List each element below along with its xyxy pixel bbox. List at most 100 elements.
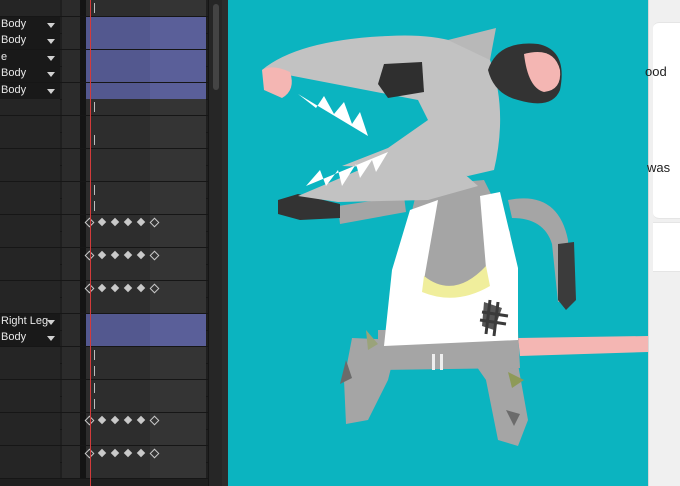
keyframe-icon[interactable] xyxy=(136,448,146,457)
switch-column[interactable] xyxy=(62,82,80,99)
keyframe-track[interactable] xyxy=(86,429,206,445)
timeline-panel[interactable]: Body Body e Body Body Right Leg Body xyxy=(0,0,208,486)
layer-name-cell[interactable] xyxy=(0,396,60,412)
keyframe-track[interactable] xyxy=(86,462,206,478)
keyframe-track[interactable] xyxy=(86,198,206,214)
layer-name-cell[interactable] xyxy=(0,198,60,214)
keyframe-icon[interactable] xyxy=(123,250,133,259)
layer-name-cell[interactable] xyxy=(0,99,60,115)
keyframe-track[interactable] xyxy=(86,297,206,313)
property-row[interactable] xyxy=(0,412,208,430)
layer-name-cell[interactable]: Right Leg xyxy=(0,313,60,330)
property-row[interactable] xyxy=(0,231,208,248)
layer-duration-bar[interactable] xyxy=(86,66,206,82)
switch-column[interactable] xyxy=(62,297,80,313)
keyframe-track[interactable] xyxy=(84,280,206,297)
keyframe-icon[interactable] xyxy=(110,415,120,424)
layer-name-cell[interactable] xyxy=(0,264,60,280)
property-row[interactable] xyxy=(0,181,208,199)
keyframe-icon[interactable] xyxy=(123,448,133,457)
dropdown-arrow-icon[interactable] xyxy=(47,22,55,28)
layer-name-cell[interactable] xyxy=(0,148,60,165)
keyframe-track[interactable] xyxy=(86,115,206,132)
layer-name-cell[interactable] xyxy=(0,115,60,132)
layer-duration-bar[interactable] xyxy=(86,82,206,99)
layer-duration-bar[interactable] xyxy=(86,33,206,49)
switch-column[interactable] xyxy=(62,346,80,363)
layer-name-cell[interactable] xyxy=(0,445,60,462)
property-row[interactable] xyxy=(0,132,208,149)
layer-row[interactable]: Body xyxy=(0,16,208,34)
layer-duration-bar[interactable] xyxy=(86,16,206,33)
property-row[interactable] xyxy=(0,363,208,380)
keyframe-icon[interactable] xyxy=(123,217,133,226)
keyframe-icon[interactable] xyxy=(97,217,107,226)
layer-name-cell[interactable] xyxy=(0,462,60,478)
playhead[interactable] xyxy=(90,0,91,486)
keyframe-track[interactable] xyxy=(84,214,206,231)
layer-name-cell[interactable]: Body xyxy=(0,330,60,346)
keyframe-icon[interactable] xyxy=(136,415,146,424)
keyframe-icon[interactable] xyxy=(123,283,133,292)
switch-column[interactable] xyxy=(62,462,80,478)
layer-name-cell[interactable] xyxy=(0,346,60,363)
expression-marker-icon[interactable] xyxy=(94,349,95,360)
timeline-scrollbar[interactable] xyxy=(208,0,223,486)
property-row[interactable] xyxy=(0,396,208,413)
keyframe-icon[interactable] xyxy=(136,250,146,259)
layer-name-cell[interactable] xyxy=(0,280,60,297)
expression-marker-icon[interactable] xyxy=(94,201,95,211)
layer-name-cell[interactable]: Body xyxy=(0,33,60,49)
keyframe-icon[interactable] xyxy=(123,415,133,424)
switch-column[interactable] xyxy=(62,0,80,16)
dropdown-arrow-icon[interactable] xyxy=(47,72,55,77)
property-row[interactable] xyxy=(0,445,208,463)
layer-name-cell[interactable] xyxy=(0,429,60,445)
layer-name-cell[interactable] xyxy=(0,379,60,396)
layer-name-cell[interactable]: Body xyxy=(0,82,60,99)
switch-column[interactable] xyxy=(62,330,80,346)
layer-duration-bar[interactable] xyxy=(86,313,206,330)
keyframe-icon[interactable] xyxy=(136,217,146,226)
layer-name-cell[interactable] xyxy=(0,412,60,429)
keyframe-track[interactable] xyxy=(86,99,206,115)
keyframe-track[interactable] xyxy=(84,412,206,429)
keyframe-icon[interactable] xyxy=(97,250,107,259)
layer-row[interactable]: Right Leg xyxy=(0,313,208,331)
property-row[interactable] xyxy=(0,99,208,116)
expression-marker-icon[interactable] xyxy=(94,135,95,145)
expression-marker-icon[interactable] xyxy=(94,366,95,376)
keyframe-icon[interactable] xyxy=(97,283,107,292)
keyframe-track[interactable] xyxy=(86,264,206,280)
switch-column[interactable] xyxy=(62,231,80,247)
expression-marker-icon[interactable] xyxy=(94,184,95,195)
keyframe-track[interactable] xyxy=(86,181,206,198)
expression-marker-icon[interactable] xyxy=(94,3,95,13)
layer-row[interactable]: e xyxy=(0,49,208,67)
switch-column[interactable] xyxy=(62,247,80,264)
keyframe-icon[interactable] xyxy=(97,448,107,457)
animation-stage[interactable] xyxy=(228,0,648,486)
switch-column[interactable] xyxy=(62,115,80,132)
layer-name-cell[interactable] xyxy=(0,132,60,148)
expression-marker-icon[interactable] xyxy=(94,382,95,393)
expression-marker-icon[interactable] xyxy=(94,102,95,112)
property-row[interactable] xyxy=(0,214,208,232)
switch-column[interactable] xyxy=(62,264,80,280)
switch-column[interactable] xyxy=(62,214,80,231)
property-row[interactable] xyxy=(0,346,208,364)
switch-column[interactable] xyxy=(62,181,80,198)
property-row[interactable] xyxy=(0,0,208,17)
dropdown-arrow-icon[interactable] xyxy=(47,39,55,44)
keyframe-icon[interactable] xyxy=(110,250,120,259)
keyframe-track[interactable] xyxy=(86,165,206,181)
layer-name-cell[interactable] xyxy=(0,231,60,247)
switch-column[interactable] xyxy=(62,198,80,214)
property-row[interactable] xyxy=(0,280,208,298)
scroll-thumb[interactable] xyxy=(213,4,219,90)
keyframe-track[interactable] xyxy=(86,346,206,363)
keyframe-track[interactable] xyxy=(86,231,206,247)
layer-name-cell[interactable]: e xyxy=(0,49,60,66)
switch-column[interactable] xyxy=(62,396,80,412)
keyframe-track[interactable] xyxy=(86,363,206,379)
